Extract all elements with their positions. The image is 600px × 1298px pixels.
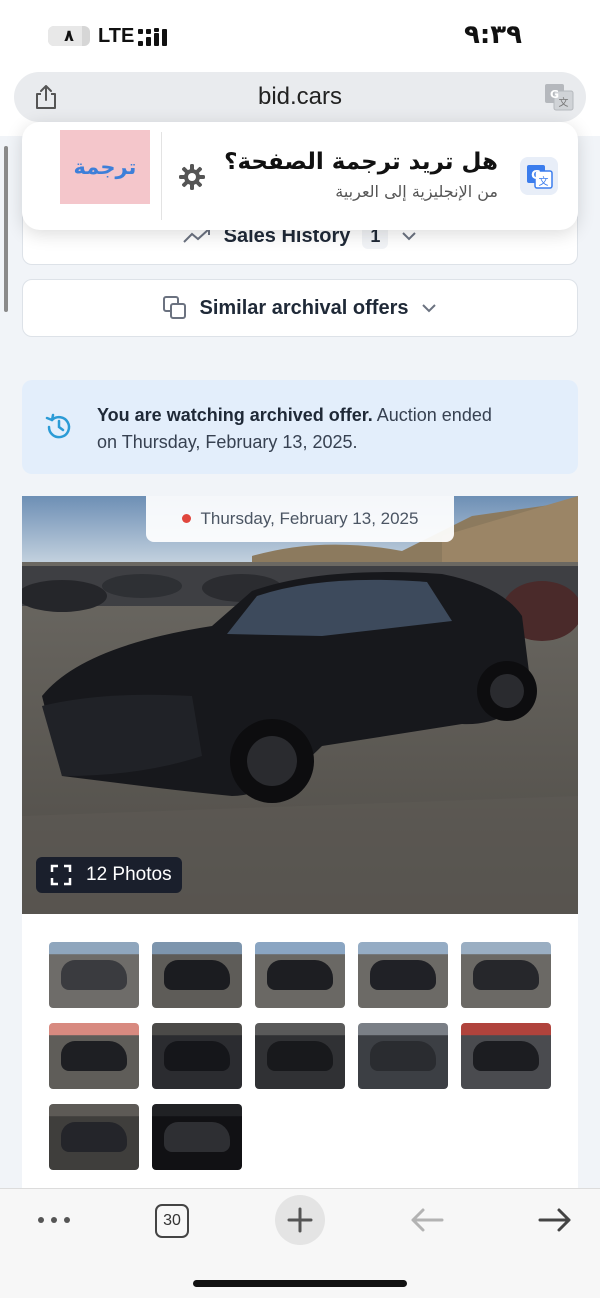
tabs-count-button[interactable]: 30 xyxy=(155,1204,189,1238)
history-clock-icon xyxy=(45,413,71,439)
chevron-down-icon xyxy=(422,304,437,313)
archived-offer-strong: You are watching archived offer. xyxy=(97,405,373,425)
archived-offer-notice: You are watching archived offer. Auction… xyxy=(22,380,578,474)
similar-offers-label: Similar archival offers xyxy=(199,297,409,319)
copy-squares-icon xyxy=(162,296,186,319)
gallery-thumbnail[interactable] xyxy=(152,1104,242,1170)
gallery-thumbnail[interactable] xyxy=(152,1023,242,1089)
thumbnail-car xyxy=(267,1041,333,1071)
thumbnail-car xyxy=(370,960,436,990)
similar-offers-accordion[interactable]: Similar archival offers xyxy=(22,279,578,337)
auction-date-text: Thursday, February 13, 2025 xyxy=(200,509,419,528)
photos-count-button[interactable]: 12 Photos xyxy=(36,857,182,893)
new-tab-button[interactable] xyxy=(275,1195,325,1245)
gallery-thumbnail[interactable] xyxy=(358,942,448,1008)
home-indicator[interactable] xyxy=(193,1280,407,1287)
svg-text:文: 文 xyxy=(559,96,569,109)
translate-question: هل تريد ترجمة الصفحة؟ xyxy=(224,149,498,175)
archived-offer-text: You are watching archived offer. Auction… xyxy=(97,402,497,456)
arrow-left-icon[interactable] xyxy=(409,1207,445,1233)
google-translate-icon: G 文 xyxy=(520,157,558,195)
clock: ٩:٣٩ xyxy=(463,20,522,50)
translate-language-pair: من الإنجليزية إلى العربية xyxy=(335,182,498,201)
expand-corners-icon xyxy=(50,864,72,886)
arrow-right-icon[interactable] xyxy=(537,1207,573,1233)
scroll-indicator[interactable] xyxy=(4,146,8,312)
gallery-thumbnail[interactable] xyxy=(255,942,345,1008)
gallery-thumbnail[interactable] xyxy=(152,942,242,1008)
status-bar: ٨ LTE ٩:٣٩ xyxy=(0,0,600,70)
chevron-down-icon xyxy=(402,232,417,241)
main-car-photo[interactable]: Thursday, February 13, 2025 12 Photos xyxy=(22,496,578,914)
gallery-thumbnail[interactable] xyxy=(49,942,139,1008)
battery-level: ٨ xyxy=(64,26,74,45)
translate-button[interactable]: ترجمة xyxy=(60,130,150,204)
gear-icon[interactable] xyxy=(178,163,206,191)
thumbnail-car xyxy=(61,960,127,990)
network-type: LTE xyxy=(98,25,135,47)
thumbnail-car xyxy=(164,1122,230,1152)
gallery-thumbnail[interactable] xyxy=(49,1023,139,1089)
svg-text:文: 文 xyxy=(539,175,549,188)
thumbnail-car xyxy=(164,1041,230,1071)
thumbnail-car xyxy=(370,1041,436,1071)
thumbnail-car xyxy=(61,1122,127,1152)
thumbnail-car xyxy=(267,960,333,990)
address-bar[interactable]: bid.cars G 文 xyxy=(14,72,586,122)
more-dots-icon[interactable] xyxy=(36,1213,72,1227)
gallery-thumbnail[interactable] xyxy=(255,1023,345,1089)
status-dot xyxy=(181,514,191,523)
thumbnail-car xyxy=(164,960,230,990)
url-text[interactable]: bid.cars xyxy=(14,84,586,110)
photos-count-label: 12 Photos xyxy=(86,864,172,885)
thumbnail-car xyxy=(473,960,539,990)
gallery-thumbnail[interactable] xyxy=(461,1023,551,1089)
battery-indicator: ٨ xyxy=(48,26,90,46)
signal-bars-icon xyxy=(138,28,167,46)
car-photo-image xyxy=(22,496,578,914)
translate-button-label: ترجمة xyxy=(73,155,137,179)
plus-icon xyxy=(287,1207,313,1233)
photo-gallery: Thursday, February 13, 2025 12 Photos xyxy=(22,496,578,1188)
gallery-thumbnail[interactable] xyxy=(49,1104,139,1170)
auction-date-label: Thursday, February 13, 2025 xyxy=(146,496,454,542)
thumbnail-car xyxy=(473,1041,539,1071)
translate-icon[interactable]: G 文 xyxy=(544,83,574,111)
popup-divider xyxy=(161,132,162,220)
gallery-thumbnail[interactable] xyxy=(461,942,551,1008)
translate-popup: G 文 هل تريد ترجمة الصفحة؟ من الإنجليزية … xyxy=(22,122,578,230)
thumbnail-car xyxy=(61,1041,127,1071)
gallery-thumbnail[interactable] xyxy=(358,1023,448,1089)
